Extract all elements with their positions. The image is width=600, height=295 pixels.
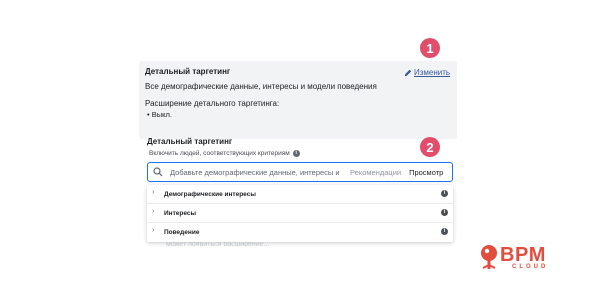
chevron-right-icon: › — [152, 189, 155, 196]
recommendations-button[interactable]: Рекомендации — [350, 168, 401, 177]
summary-description: Все демографические данные, интересы и м… — [145, 82, 377, 91]
step-badge-1: 1 — [420, 38, 440, 58]
targeting-search-input[interactable] — [168, 166, 348, 178]
info-icon[interactable]: i — [441, 228, 448, 235]
category-label: Поведение — [164, 229, 200, 236]
logo-subtext: CLOUD — [512, 264, 549, 270]
include-label: Включить людей, соответствующих критерия… — [149, 150, 300, 157]
info-icon[interactable]: i — [292, 150, 300, 157]
category-label: Демографические интересы — [164, 191, 256, 198]
bpm-cloud-logo: BPM CLOUD — [480, 244, 570, 274]
logo-mark-icon — [481, 245, 497, 269]
summary-title: Детальный таргетинг — [145, 67, 231, 76]
edit-link-label: Изменить — [414, 68, 451, 77]
expansion-value: • Выкл. — [147, 110, 172, 119]
chevron-right-icon: › — [152, 208, 155, 215]
search-icon — [153, 167, 163, 177]
category-row-behaviors[interactable]: › Поведение i — [147, 223, 453, 242]
chevron-right-icon: › — [152, 227, 155, 234]
category-row-demographics[interactable]: › Демографические интересы i — [147, 185, 453, 204]
edit-link[interactable]: Изменить — [404, 68, 450, 77]
pencil-icon — [404, 69, 412, 76]
category-dropdown: › Демографические интересы i › Интересы … — [147, 185, 453, 242]
info-icon[interactable]: i — [441, 209, 448, 216]
browse-button[interactable]: Просмотр — [409, 168, 443, 177]
targeting-summary-panel: Детальный таргетинг Изменить Все демогра… — [139, 61, 457, 139]
expansion-label: Расширение детального таргетинга: — [145, 99, 280, 108]
expansion-value-text: Выкл. — [151, 110, 172, 119]
info-icon[interactable]: i — [441, 190, 448, 197]
step-badge-2: 2 — [420, 137, 440, 157]
obscured-text: может появиться расширение... — [166, 241, 270, 246]
include-label-text: Включить людей, соответствующих критерия… — [149, 150, 290, 157]
targeting-section-title: Детальный таргетинг — [147, 137, 233, 146]
category-row-interests[interactable]: › Интересы i — [147, 204, 453, 223]
targeting-search-box[interactable]: Рекомендации Просмотр — [147, 162, 453, 182]
category-label: Интересы — [164, 210, 197, 217]
